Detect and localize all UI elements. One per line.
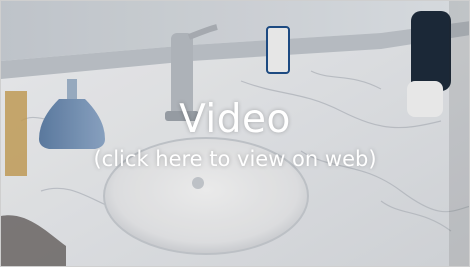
view-on-web-label[interactable]: (click here to view on web)	[1, 146, 469, 172]
video-label[interactable]: Video	[1, 97, 469, 143]
video-player[interactable]: Video (click here to view on web)	[0, 0, 470, 267]
video-link-overlay[interactable]: Video (click here to view on web)	[1, 97, 469, 172]
